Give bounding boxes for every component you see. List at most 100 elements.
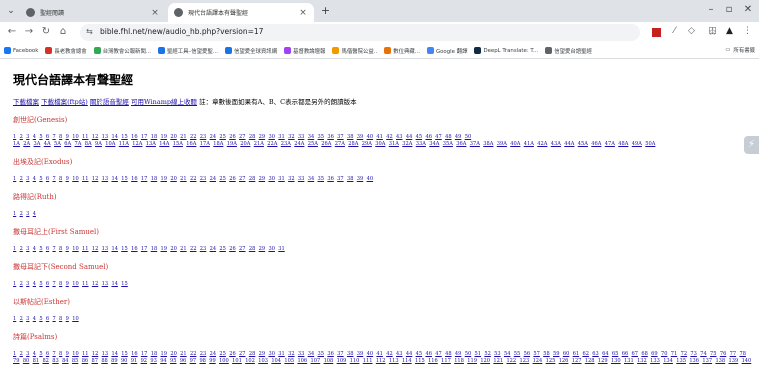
chapter-link[interactable]: 63 — [592, 351, 598, 357]
chapter-link[interactable]: 47 — [435, 134, 441, 140]
chapter-link[interactable]: 97 — [190, 358, 196, 364]
chapter-link[interactable]: 33 — [298, 134, 304, 140]
sidepanel-icon[interactable]: ◫ — [707, 26, 718, 37]
chapter-link[interactable]: 33 — [298, 176, 304, 182]
chapter-link[interactable]: 10 — [72, 176, 78, 182]
bookmark-item[interactable]: 台灣教會公報新聞... — [93, 47, 151, 55]
chapter-link[interactable]: 8 — [59, 176, 62, 182]
chapter-link[interactable]: 12 — [92, 246, 98, 252]
chapter-link[interactable]: 40 — [367, 351, 373, 357]
chapter-link[interactable]: 18 — [151, 351, 157, 357]
chapter-link[interactable]: 131 — [624, 358, 634, 364]
chapter-link[interactable]: 20 — [170, 134, 176, 140]
chapter-link[interactable]: 24A — [294, 141, 304, 147]
chapter-link[interactable]: 19 — [161, 134, 167, 140]
chapter-link[interactable]: 23 — [200, 246, 206, 252]
chapter-link[interactable]: 33A — [416, 141, 426, 147]
chapter-link[interactable]: 14A — [159, 141, 169, 147]
chapter-link[interactable]: 27 — [239, 351, 245, 357]
chapter-link[interactable]: 38 — [347, 351, 353, 357]
chapter-link[interactable]: 4 — [33, 211, 36, 217]
chapter-link[interactable]: 14 — [111, 281, 117, 287]
chapter-link[interactable]: 118 — [454, 358, 464, 364]
side-search-icon[interactable]: ⚡ — [744, 136, 759, 154]
close-tab-icon[interactable]: × — [298, 8, 308, 18]
chapter-link[interactable]: 62 — [582, 351, 588, 357]
chapter-link[interactable]: 41 — [376, 351, 382, 357]
chapter-link[interactable]: 30A — [375, 141, 385, 147]
chapter-link[interactable]: 7 — [52, 316, 55, 322]
chapter-link[interactable]: 1 — [13, 211, 16, 217]
chapter-link[interactable]: 12 — [92, 281, 98, 287]
chapter-link[interactable]: 140 — [742, 358, 752, 364]
chapter-link[interactable]: 87 — [92, 358, 98, 364]
chapter-link[interactable]: 48 — [445, 134, 451, 140]
chapter-link[interactable]: 66 — [622, 351, 628, 357]
chapter-link[interactable]: 4 — [33, 351, 36, 357]
chapter-link[interactable]: 21 — [180, 176, 186, 182]
chapter-link[interactable]: 71 — [671, 351, 677, 357]
chapter-link[interactable]: 12 — [92, 134, 98, 140]
chapter-link[interactable]: 14 — [111, 351, 117, 357]
chapter-link[interactable]: 13 — [102, 281, 108, 287]
chapter-link[interactable]: 21 — [180, 134, 186, 140]
chapter-link[interactable]: 2 — [20, 281, 23, 287]
chapter-link[interactable]: 13 — [102, 246, 108, 252]
chapter-link[interactable]: 38 — [347, 176, 353, 182]
chapter-link[interactable]: 26A — [321, 141, 331, 147]
chapter-link[interactable]: 25 — [219, 351, 225, 357]
chapter-link[interactable]: 1A — [13, 141, 20, 147]
chapter-link[interactable]: 18 — [151, 246, 157, 252]
chapter-link[interactable]: 23 — [200, 176, 206, 182]
chapter-link[interactable]: 113 — [389, 358, 399, 364]
chapter-link[interactable]: 1 — [13, 316, 16, 322]
chapter-link[interactable]: 8 — [59, 316, 62, 322]
chapter-link[interactable]: 31 — [278, 351, 284, 357]
chapter-link[interactable]: 28 — [249, 176, 255, 182]
chapter-link[interactable]: 7 — [52, 281, 55, 287]
chapter-link[interactable]: 12A — [132, 141, 142, 147]
bookmark-item[interactable]: 信望愛全球資訊網 — [224, 47, 277, 55]
chapter-link[interactable]: 34A — [429, 141, 439, 147]
chapter-link[interactable]: 31 — [278, 176, 284, 182]
chapter-link[interactable]: 65 — [612, 351, 618, 357]
chapter-link[interactable]: 39 — [357, 134, 363, 140]
bookmark-item[interactable]: Facebook — [4, 47, 38, 54]
chapter-link[interactable]: 25 — [219, 246, 225, 252]
chapter-link[interactable]: 5A — [54, 141, 61, 147]
chapter-link[interactable]: 30 — [268, 246, 274, 252]
chapter-link[interactable]: 5 — [39, 134, 42, 140]
close-window-icon[interactable]: ✕ — [740, 4, 756, 15]
chapter-link[interactable]: 79 — [13, 358, 19, 364]
address-bar[interactable]: ⇆ bible.fhl.net/new/audio_hb.php?version… — [80, 24, 717, 41]
chapter-link[interactable]: 42A — [537, 141, 547, 147]
chapter-link[interactable]: 7A — [75, 141, 82, 147]
chapter-link[interactable]: 72 — [681, 351, 687, 357]
chapter-link[interactable]: 91 — [131, 358, 137, 364]
chapter-link[interactable]: 9A — [95, 141, 102, 147]
chapter-link[interactable]: 53 — [494, 351, 500, 357]
chapter-link[interactable]: 41A — [524, 141, 534, 147]
chapter-link[interactable]: 31A — [389, 141, 399, 147]
chapter-link[interactable]: 135 — [676, 358, 686, 364]
tab-audio-bible[interactable]: 現代台語譯本有聲聖經 × — [168, 3, 314, 22]
chapter-link[interactable]: 3 — [26, 134, 29, 140]
chapter-link[interactable]: 19 — [161, 176, 167, 182]
chapter-link[interactable]: 25A — [308, 141, 318, 147]
chapter-link[interactable]: 8A — [85, 141, 92, 147]
chapter-link[interactable]: 7 — [52, 176, 55, 182]
chapter-link[interactable]: 55 — [514, 351, 520, 357]
chapter-link[interactable]: 6 — [46, 281, 49, 287]
chapter-link[interactable]: 14 — [111, 134, 117, 140]
chapter-link[interactable]: 5 — [39, 351, 42, 357]
chapter-link[interactable]: 114 — [402, 358, 412, 364]
chapter-link[interactable]: 27 — [239, 246, 245, 252]
chapter-link[interactable]: 50 — [465, 134, 471, 140]
chapter-link[interactable]: 16 — [131, 176, 137, 182]
chapter-link[interactable]: 80 — [23, 358, 29, 364]
chapter-link[interactable]: 8 — [59, 246, 62, 252]
chapter-link[interactable]: 6A — [64, 141, 71, 147]
chapter-link[interactable]: 22 — [190, 134, 196, 140]
chapter-link[interactable]: 20 — [170, 176, 176, 182]
chapter-link[interactable]: 1 — [13, 246, 16, 252]
